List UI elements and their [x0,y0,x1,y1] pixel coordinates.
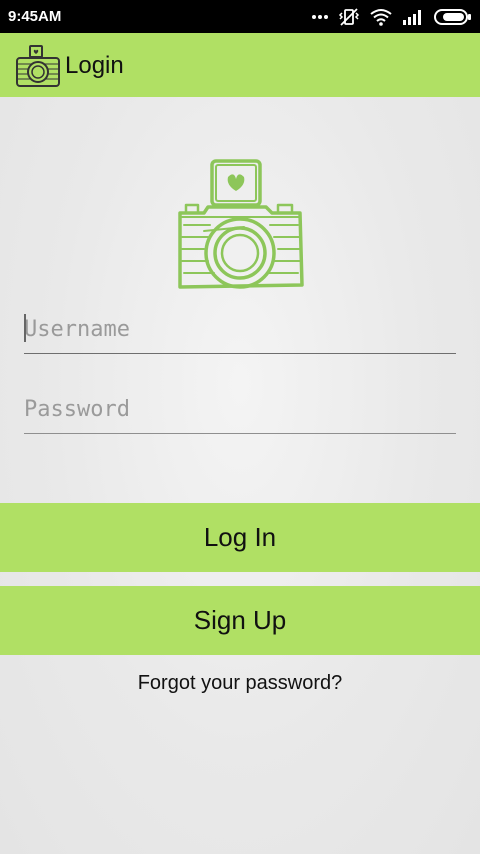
signal-icon [403,10,421,25]
forgot-password-link[interactable]: Forgot your password? [0,672,480,695]
app-bar: Login [0,33,480,97]
vibrate-icon [338,8,360,26]
password-input[interactable] [24,386,456,434]
text-cursor [24,314,26,342]
camera-heart-icon [178,159,304,289]
status-icons [312,6,472,28]
status-bar: 9:45AM [0,0,480,33]
wifi-icon [370,9,392,26]
battery-icon [434,9,471,25]
login-button[interactable]: Log In [0,503,480,572]
more-dots-icon [312,15,328,19]
username-input[interactable] [24,306,456,354]
status-time: 9:45AM [8,8,62,25]
camera-icon [16,45,60,87]
app-title: Login [65,52,124,79]
signup-button[interactable]: Sign Up [0,586,480,655]
